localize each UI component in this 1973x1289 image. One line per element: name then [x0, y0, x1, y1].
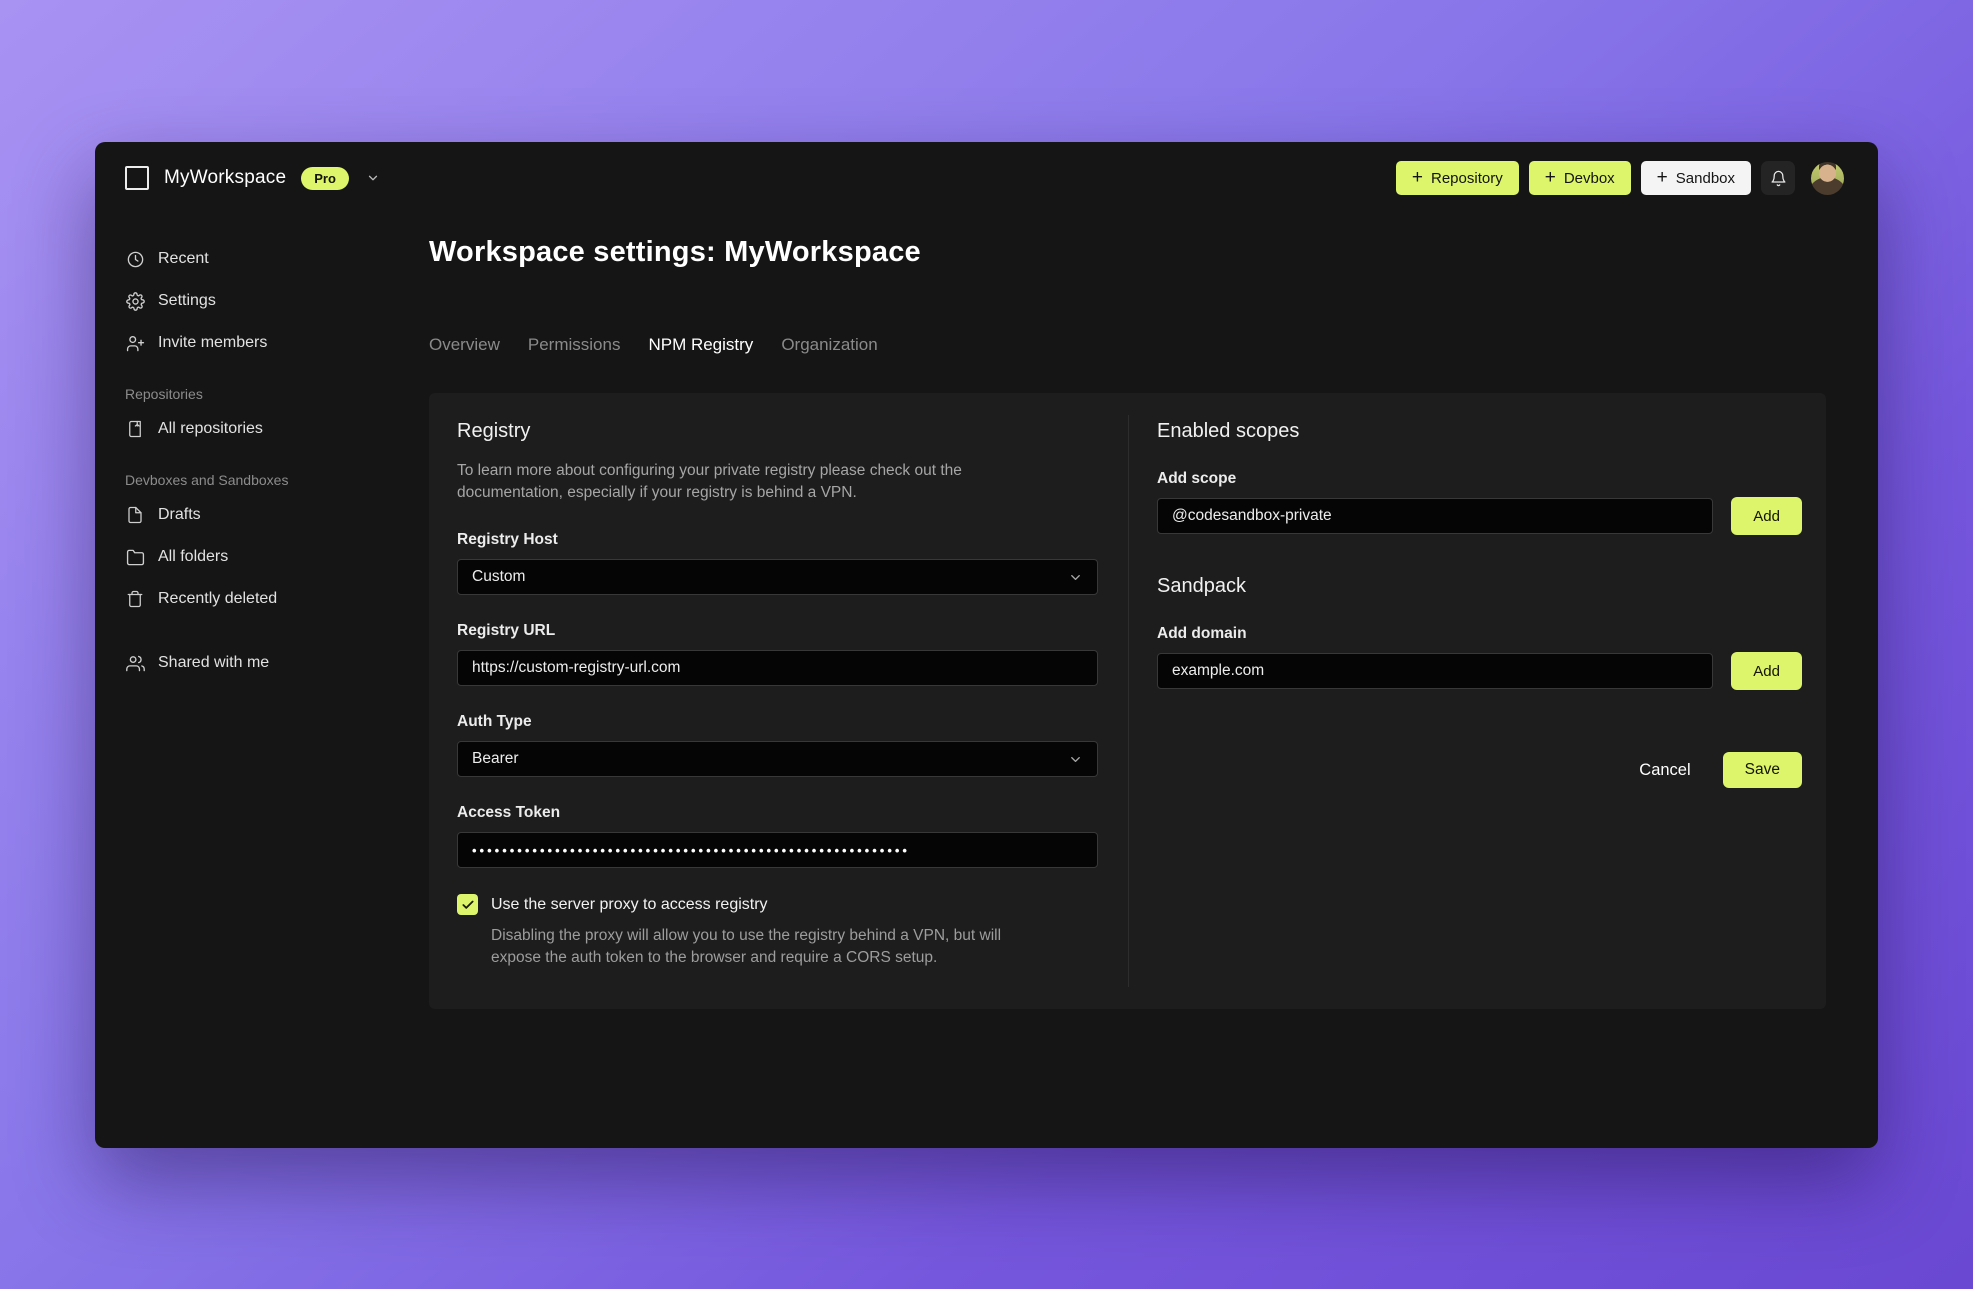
proxy-checkbox-row: Use the server proxy to access registry [457, 894, 1098, 915]
tab-organization[interactable]: Organization [781, 335, 877, 355]
sidebar-label: Drafts [158, 506, 201, 523]
registry-heading: Registry [457, 420, 531, 442]
registry-form: Registry To learn more about configuring… [429, 393, 1128, 1009]
folder-icon [125, 547, 145, 567]
npm-registry-panel: Registry To learn more about configuring… [429, 393, 1826, 1009]
sidebar-item-all-folders[interactable]: All folders [125, 536, 411, 578]
add-domain-input[interactable] [1157, 653, 1714, 689]
new-sandbox-label: Sandbox [1675, 169, 1735, 187]
registry-url-label: Registry URL [457, 622, 556, 639]
add-scope-label: Add scope [1157, 470, 1237, 487]
chevron-down-icon [1068, 752, 1083, 767]
pro-plan-badge: Pro [301, 166, 349, 190]
sidebar-item-shared-with-me[interactable]: Shared with me [125, 642, 411, 684]
sandpack-heading: Sandpack [1157, 575, 1246, 597]
registry-host-value: Custom [472, 568, 526, 585]
proxy-checkbox[interactable] [457, 894, 478, 915]
notifications-button[interactable] [1761, 161, 1795, 195]
sidebar-item-all-repositories[interactable]: All repositories [125, 408, 411, 450]
codesandbox-logo-icon [125, 166, 149, 190]
form-actions: Cancel Save [1157, 752, 1802, 788]
sidebar-label: All repositories [158, 420, 263, 437]
new-repository-button[interactable]: + Repository [1395, 161, 1519, 195]
cancel-button[interactable]: Cancel [1639, 761, 1690, 780]
app-window: MyWorkspace Pro + Repository + Devbox + … [95, 142, 1878, 1148]
registry-description: To learn more about configuring your pri… [457, 462, 962, 501]
gear-icon [125, 291, 145, 311]
add-scope-row: Add [1157, 488, 1802, 535]
clock-icon [125, 249, 145, 269]
page-title: Workspace settings: MyWorkspace [429, 236, 921, 268]
workspace-name: MyWorkspace [164, 167, 287, 188]
save-button[interactable]: Save [1722, 752, 1802, 788]
add-domain-label: Add domain [1157, 625, 1247, 642]
sidebar-section-repositories: Repositories [125, 386, 203, 402]
sidebar-item-recent[interactable]: Recent [125, 238, 411, 280]
enabled-scopes-heading: Enabled scopes [1157, 420, 1300, 442]
sidebar: Recent Settings Invite members Repositor… [95, 214, 429, 1148]
registry-host-select[interactable]: Custom [457, 559, 1098, 595]
new-devbox-button[interactable]: + Devbox [1528, 161, 1631, 195]
registry-host-label: Registry Host [457, 531, 558, 548]
sidebar-item-drafts[interactable]: Drafts [125, 494, 411, 536]
chevron-down-icon [366, 171, 380, 185]
sidebar-item-recently-deleted[interactable]: Recently deleted [125, 578, 411, 620]
new-sandbox-button[interactable]: + Sandbox [1640, 161, 1751, 195]
sidebar-label: Settings [158, 292, 216, 309]
tab-overview[interactable]: Overview [429, 335, 500, 355]
settings-tabs: Overview Permissions NPM Registry Organi… [429, 335, 1826, 355]
main-content: Workspace settings: MyWorkspace Overview… [429, 214, 1878, 1148]
user-plus-icon [125, 333, 145, 353]
tab-permissions[interactable]: Permissions [528, 335, 621, 355]
top-bar: MyWorkspace Pro + Repository + Devbox + … [95, 142, 1878, 214]
plus-icon: + [1544, 166, 1556, 188]
sidebar-item-invite-members[interactable]: Invite members [125, 322, 411, 364]
trash-icon [125, 589, 145, 609]
user-avatar[interactable] [1811, 161, 1844, 195]
registry-url-input[interactable] [457, 650, 1098, 686]
users-icon [125, 653, 145, 673]
scopes-form: Enabled scopes Add scope Add Sandpack Ad… [1129, 393, 1826, 1009]
tab-npm-registry[interactable]: NPM Registry [648, 335, 753, 355]
auth-type-label: Auth Type [457, 713, 532, 730]
sidebar-label: Recent [158, 250, 209, 267]
chevron-down-icon [1068, 570, 1083, 585]
sidebar-label: Shared with me [158, 654, 270, 671]
workspace-switcher[interactable]: MyWorkspace Pro [125, 166, 380, 190]
access-token-label: Access Token [457, 804, 561, 821]
add-domain-row: Add [1157, 643, 1802, 690]
sidebar-label: Recently deleted [158, 590, 278, 607]
sidebar-item-settings[interactable]: Settings [125, 280, 411, 322]
plus-icon: + [1411, 166, 1423, 188]
access-token-input[interactable] [457, 832, 1098, 868]
file-icon [125, 505, 145, 525]
add-scope-button[interactable]: Add [1731, 497, 1802, 535]
sidebar-label: All folders [158, 548, 229, 565]
proxy-description: Disabling the proxy will allow you to us… [491, 927, 1002, 966]
proxy-checkbox-label[interactable]: Use the server proxy to access registry [491, 896, 768, 914]
sidebar-label: Invite members [158, 334, 268, 351]
new-devbox-label: Devbox [1563, 169, 1615, 187]
new-repository-label: Repository [1431, 169, 1503, 187]
check-icon [461, 898, 475, 912]
add-domain-button[interactable]: Add [1731, 652, 1802, 690]
repo-icon [125, 419, 145, 439]
auth-type-select[interactable]: Bearer [457, 741, 1098, 777]
header-actions: + Repository + Devbox + Sandbox [1395, 161, 1844, 195]
add-scope-input[interactable] [1157, 498, 1714, 534]
plus-icon: + [1656, 166, 1668, 188]
bell-icon [1770, 170, 1787, 187]
auth-type-value: Bearer [472, 750, 519, 767]
sidebar-section-devboxes: Devboxes and Sandboxes [125, 472, 289, 488]
